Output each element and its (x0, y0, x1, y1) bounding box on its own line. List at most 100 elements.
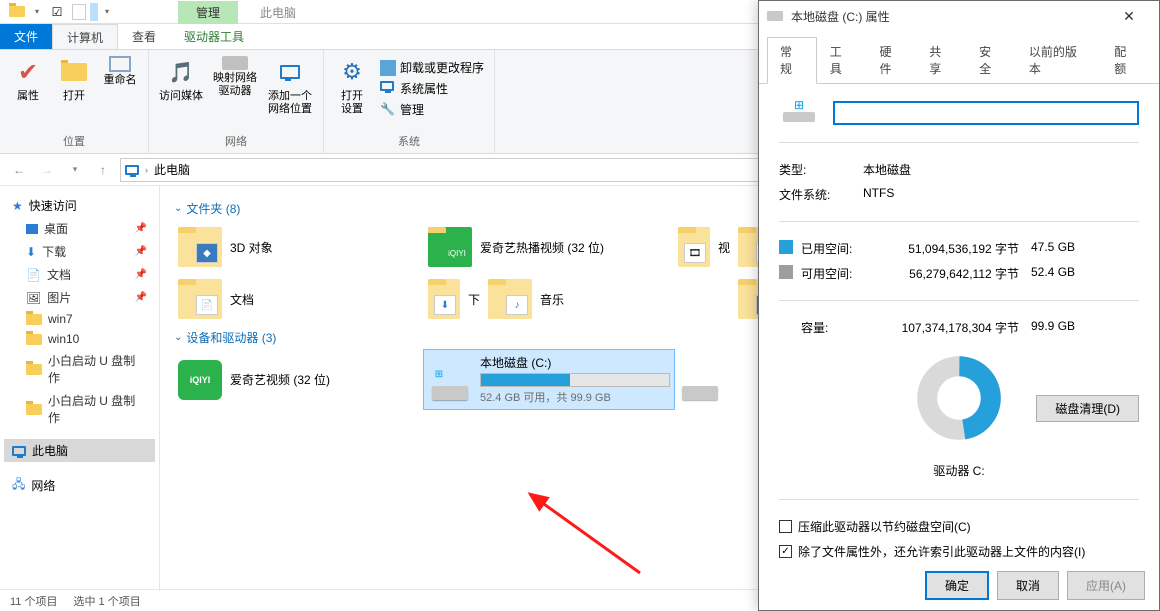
free-label: 可用空间: (801, 265, 871, 282)
sidebar-network[interactable]: 🖧网络 (4, 472, 155, 499)
compress-checkbox-row[interactable]: 压缩此驱动器以节约磁盘空间(C) (779, 514, 1139, 539)
folder-icon: ⬇ (428, 279, 460, 319)
dtab-security[interactable]: 安全 (966, 37, 1016, 83)
devices-header-label: 设备和驱动器 (3) (186, 329, 276, 346)
dialog-button-row: 确定 取消 应用(A) (759, 561, 1159, 610)
dtab-quota[interactable]: 配额 (1101, 37, 1151, 83)
folder-icon: ♪ (488, 279, 532, 319)
qat-overflow-icon[interactable]: ▾ (102, 7, 112, 16)
ok-button[interactable]: 确定 (925, 571, 989, 600)
dtab-hardware[interactable]: 硬件 (867, 37, 917, 83)
sidebar-xiaobai2-label: 小白启动 U 盘制作 (48, 392, 147, 426)
sidebar-downloads-label: 下载 (42, 243, 66, 260)
sidebar-quick-access[interactable]: ★ 快速访问 (4, 194, 155, 217)
qat-color-icon[interactable] (90, 3, 98, 21)
sidebar-pictures[interactable]: 🖼图片📌 (4, 286, 155, 309)
sidebar-desktop-label: 桌面 (44, 220, 68, 237)
status-items: 11 个项目 (10, 593, 57, 609)
folder-3d[interactable]: ◆3D 对象 (174, 221, 424, 273)
drive-c[interactable]: ⊞ 本地磁盘 (C:) 52.4 GB 可用，共 99.9 GB (424, 350, 674, 409)
drive-name-input[interactable] (833, 101, 1139, 125)
dtab-previous[interactable]: 以前的版本 (1016, 37, 1101, 83)
breadcrumb-thispc[interactable]: 此电脑 (154, 161, 190, 178)
rename-icon (109, 56, 131, 72)
device-iqiyi[interactable]: iQIYI 爱奇艺视频 (32 位) (174, 350, 424, 409)
open-settings-button[interactable]: ⚙ 打开 设置 (330, 54, 374, 131)
desktop-icon (26, 224, 38, 234)
sidebar-win7[interactable]: win7 (4, 309, 155, 329)
chevron-down-icon: ⌄ (174, 203, 182, 214)
sidebar-thispc[interactable]: 此电脑 (4, 439, 155, 462)
folder-icon (26, 334, 42, 345)
dtab-sharing[interactable]: 共享 (916, 37, 966, 83)
sys-props-button[interactable]: 系统属性 (378, 79, 486, 98)
sidebar-quick-label: 快速访问 (29, 197, 77, 214)
pin-icon: 📌 (135, 292, 147, 303)
open-label: 打开 (63, 90, 85, 103)
tab-file[interactable]: 文件 (0, 24, 52, 49)
cancel-button[interactable]: 取消 (997, 571, 1059, 600)
tab-computer[interactable]: 计算机 (52, 24, 118, 49)
manage-button[interactable]: 🔧 管理 (378, 100, 486, 119)
drive-c-sub: 52.4 GB 可用，共 99.9 GB (480, 387, 670, 405)
sidebar-win10-label: win10 (48, 332, 79, 346)
up-button[interactable]: ↑ (92, 159, 114, 181)
folder-music[interactable]: ♪ 音乐 (484, 273, 734, 325)
folder-downloads[interactable]: ⬇下 (424, 273, 484, 325)
sidebar-desktop[interactable]: 桌面📌 (4, 217, 155, 240)
properties-button[interactable]: ✔ 属性 (6, 54, 50, 131)
rename-button[interactable]: 重命名 (98, 54, 142, 131)
qat-doc-icon[interactable] (72, 4, 86, 20)
dtab-tools[interactable]: 工具 (817, 37, 867, 83)
add-network-button[interactable]: 添加一个 网络位置 (263, 54, 317, 131)
sidebar-xiaobai2[interactable]: 小白启动 U 盘制作 (4, 389, 155, 429)
sidebar-xiaobai1[interactable]: 小白启动 U 盘制作 (4, 349, 155, 389)
apply-button[interactable]: 应用(A) (1067, 571, 1145, 600)
qat-new-folder-icon[interactable] (6, 2, 28, 22)
drive-other[interactable] (674, 350, 734, 409)
folder-icon (26, 314, 42, 325)
access-media-button[interactable]: 🎵 访问媒体 (155, 54, 207, 131)
drive-icon: ⊞ (428, 360, 472, 400)
folder-name: 下 (468, 291, 480, 308)
map-network-button[interactable]: 映射网络 驱动器 (209, 54, 261, 131)
folder-name: 音乐 (540, 291, 564, 308)
back-button[interactable]: ← (8, 159, 30, 181)
qat-checkbox-icon[interactable]: ☑ (46, 2, 68, 22)
used-bytes: 51,094,536,192 字节 (871, 240, 1031, 257)
checkbox-unchecked-icon[interactable] (779, 520, 792, 533)
forward-button[interactable]: → (36, 159, 58, 181)
checkbox-checked-icon[interactable]: ✓ (779, 545, 792, 558)
folder-icon: 📄 (178, 279, 222, 319)
pin-icon: 📌 (135, 246, 147, 257)
fs-label: 文件系统: (779, 186, 863, 203)
recent-dropdown[interactable]: ▾ (64, 159, 86, 181)
context-tab-manage[interactable]: 管理 (178, 1, 238, 24)
sidebar-downloads[interactable]: ⬇ 下载 📌 (4, 240, 155, 263)
drive-letter-label: 驱动器 C: (779, 456, 1139, 485)
iqiyi-icon: iQIYI (178, 360, 222, 400)
disk-cleanup-button[interactable]: 磁盘清理(D) (1036, 395, 1139, 422)
close-button[interactable]: ✕ (1107, 1, 1151, 31)
open-button[interactable]: 打开 (52, 54, 96, 131)
used-label: 已用空间: (801, 240, 871, 257)
tab-view[interactable]: 查看 (118, 24, 170, 49)
doc-icon: 📄 (26, 268, 41, 282)
uninstall-button[interactable]: 卸载或更改程序 (378, 58, 486, 77)
dialog-body: ⊞ 类型:本地磁盘 文件系统:NTFS 已用空间: 51,094,536,192… (759, 84, 1159, 610)
uninstall-label: 卸载或更改程序 (400, 59, 484, 76)
star-icon: ★ (12, 199, 23, 213)
dtab-general[interactable]: 常规 (767, 37, 817, 84)
download-icon: ⬇ (26, 245, 36, 259)
folder-video[interactable]: 🎞视 (674, 221, 734, 273)
add-network-label: 添加一个 网络位置 (268, 90, 312, 116)
folder-documents[interactable]: 📄文档 (174, 273, 424, 325)
type-label: 类型: (779, 161, 863, 178)
sidebar-documents[interactable]: 📄文档📌 (4, 263, 155, 286)
folder-iqiyi[interactable]: iQIYI爱奇艺热播视频 (32 位) (424, 221, 674, 273)
sidebar-xiaobai1-label: 小白启动 U 盘制作 (48, 352, 147, 386)
tab-drive-tools[interactable]: 驱动器工具 (170, 24, 258, 49)
folder-icon (26, 404, 42, 415)
qat-drop-icon[interactable]: ▾ (32, 7, 42, 16)
sidebar-win10[interactable]: win10 (4, 329, 155, 349)
